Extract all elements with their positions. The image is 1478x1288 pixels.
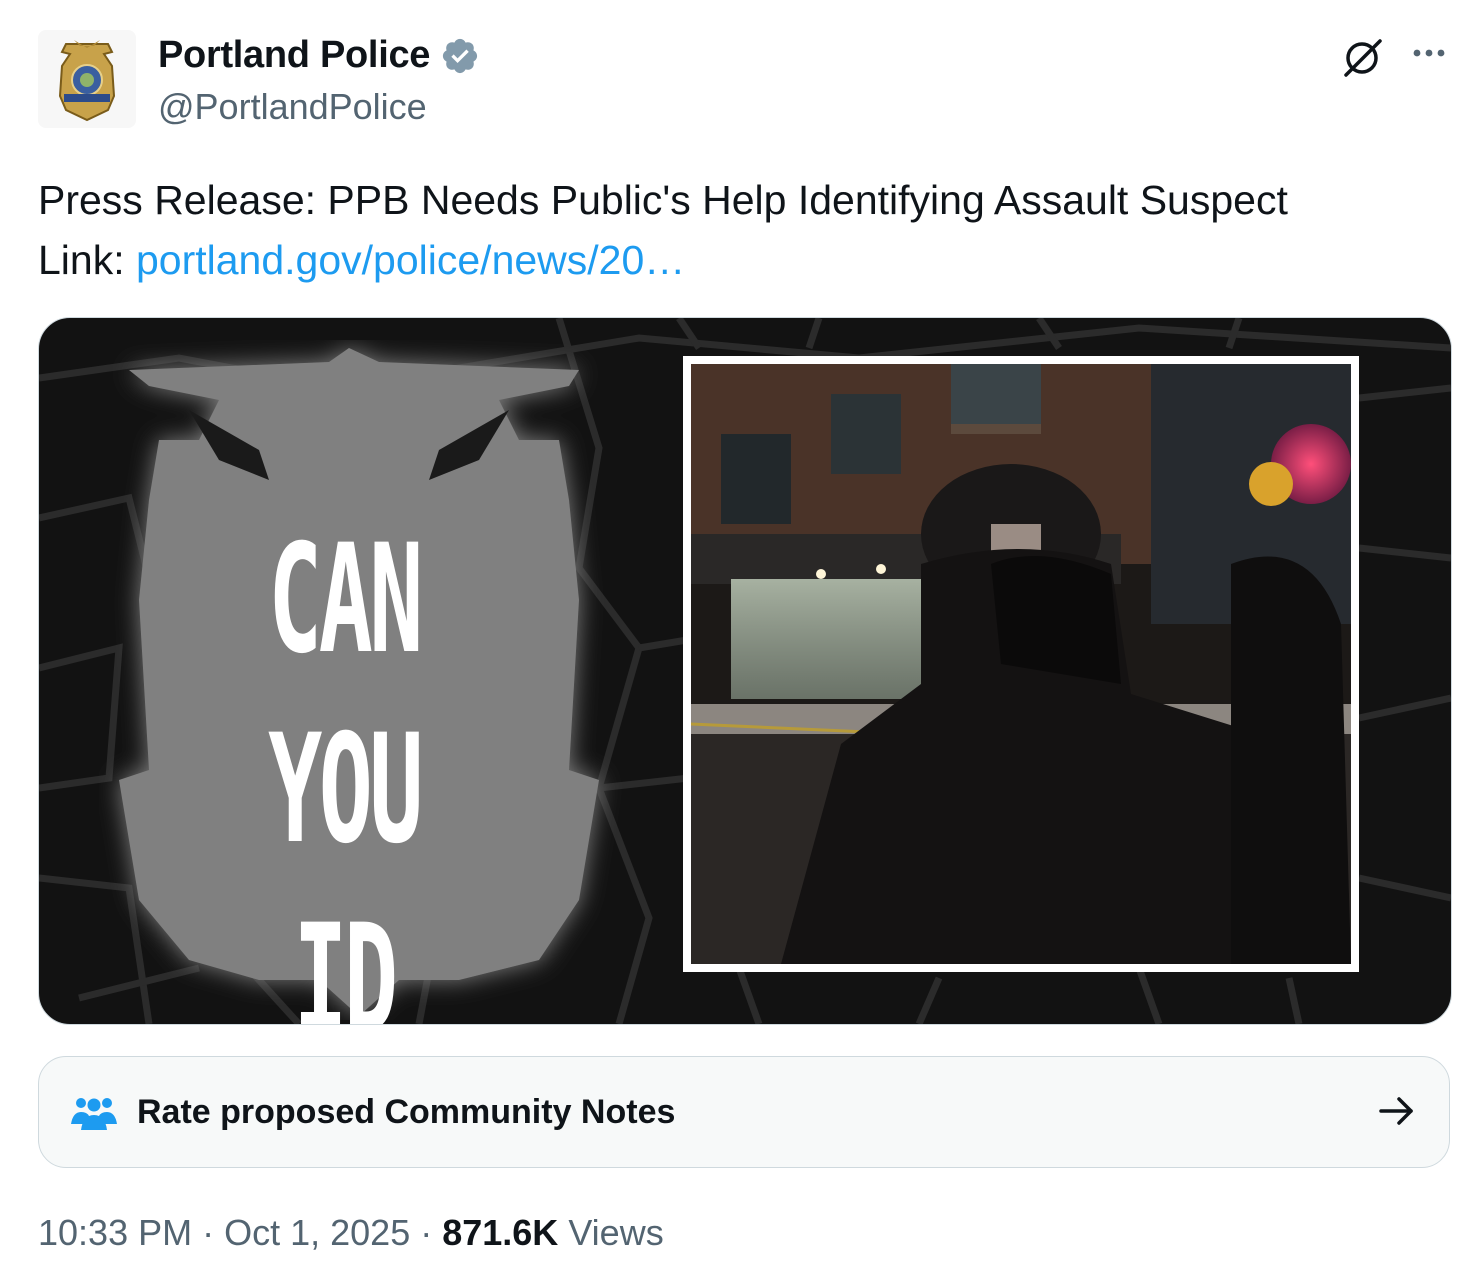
grok-icon[interactable]	[1340, 35, 1386, 81]
views-count: 871.6K	[442, 1212, 559, 1253]
avatar[interactable]	[38, 30, 136, 128]
tweet-date[interactable]: Oct 1, 2025	[224, 1212, 410, 1253]
rate-community-notes-button[interactable]: Rate proposed Community Notes	[38, 1056, 1450, 1168]
tweet-text-line2: Link: portland.gov/police/news/20…	[38, 230, 1288, 290]
meta-separator: ·	[192, 1212, 225, 1253]
suspect-photo	[691, 364, 1351, 964]
police-badge-icon	[58, 40, 116, 122]
community-notes-label: Rate proposed Community Notes	[137, 1092, 676, 1131]
suspect-photo-image	[691, 364, 1351, 964]
tweet-text-line1: Press Release: PPB Needs Public's Help I…	[38, 177, 1288, 223]
author-display-name[interactable]: Portland Police	[158, 34, 430, 77]
id-me-badge: CAN YOU ID ME?	[99, 340, 659, 1024]
tweet-time[interactable]: 10:33 PM	[38, 1212, 192, 1253]
tweet-meta: 10:33 PM · Oct 1, 2025 · 871.6K Views	[38, 1212, 664, 1254]
tweet-text: Press Release: PPB Needs Public's Help I…	[38, 170, 1288, 290]
press-release-link[interactable]: portland.gov/police/news/20…	[136, 237, 685, 283]
views-label: Views	[558, 1212, 664, 1253]
verified-badge-icon	[443, 38, 478, 73]
author-handle[interactable]: @PortlandPolice	[158, 86, 427, 128]
people-icon	[71, 1098, 117, 1130]
link-prefix: Link:	[38, 237, 136, 283]
badge-text-line2: ID ME?	[293, 893, 398, 1025]
tweet-media-image[interactable]: CAN YOU ID ME?	[38, 317, 1452, 1025]
badge-text-line1: CAN YOU	[268, 513, 423, 877]
more-icon[interactable]	[1406, 30, 1452, 76]
suspect-photo-frame	[683, 356, 1359, 972]
meta-separator: ·	[410, 1212, 443, 1253]
arrow-right-icon	[1379, 1097, 1413, 1125]
